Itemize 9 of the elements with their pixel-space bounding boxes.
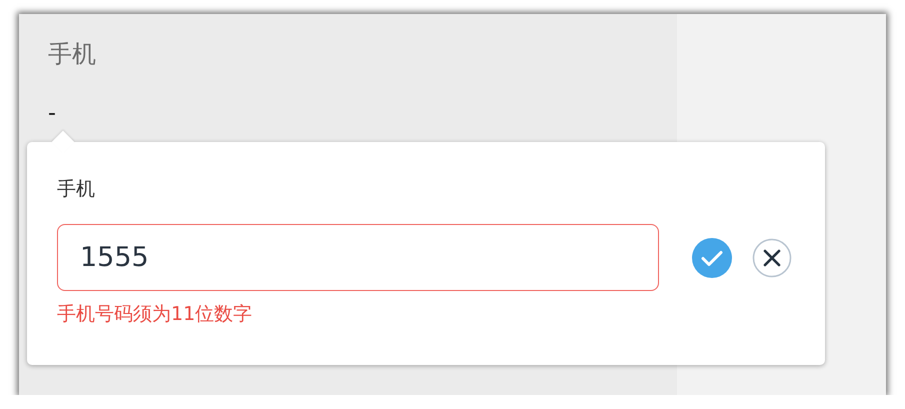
error-message: 手机号码须为11位数字 <box>57 302 252 327</box>
input-label: 手机 <box>57 177 95 202</box>
close-icon <box>752 238 792 278</box>
field-label: 手机 <box>48 39 96 70</box>
cancel-button[interactable] <box>751 236 793 278</box>
phone-input-field[interactable]: 1555 <box>57 224 659 291</box>
check-icon <box>691 236 733 278</box>
confirm-button[interactable] <box>691 236 733 278</box>
field-value: - <box>48 104 56 124</box>
